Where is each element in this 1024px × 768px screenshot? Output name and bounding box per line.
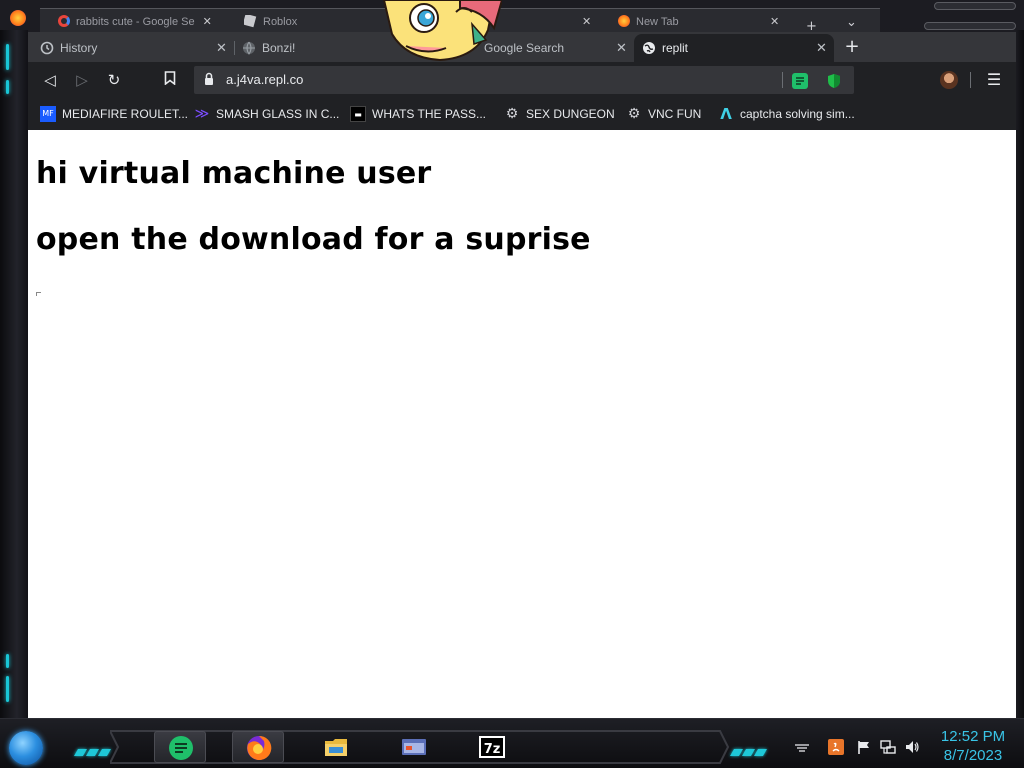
bookmark-label: WHATS THE PASS... bbox=[372, 107, 487, 121]
taskbar-app-7zip[interactable]: 7z bbox=[466, 731, 518, 763]
volume-icon[interactable] bbox=[904, 739, 920, 755]
tab-search-button[interactable]: ⌄ bbox=[846, 15, 857, 30]
broken-image-icon bbox=[36, 292, 41, 296]
bookmark-icon bbox=[164, 71, 176, 86]
firefox-icon bbox=[10, 10, 26, 26]
globe-icon bbox=[242, 41, 256, 55]
tab-strip: History ✕ Bonzi! Google Search ✕ replit … bbox=[28, 32, 1016, 62]
close-icon[interactable]: ✕ bbox=[203, 16, 212, 28]
background-tab-title: New Tab bbox=[636, 16, 679, 28]
roblox-icon bbox=[244, 15, 257, 28]
7zip-icon: 7z bbox=[479, 736, 505, 758]
browser-window: History ✕ Bonzi! Google Search ✕ replit … bbox=[28, 32, 1016, 718]
close-icon[interactable]: ✕ bbox=[582, 15, 602, 33]
clock-date: 8/7/2023 bbox=[943, 747, 1003, 764]
bookmark-item[interactable]: Λ captcha solving sim... bbox=[718, 104, 855, 124]
lambda-icon: Λ bbox=[720, 105, 732, 123]
frame-glow bbox=[6, 80, 9, 94]
omnibox-divider bbox=[782, 72, 783, 88]
tab-title: History bbox=[60, 41, 98, 55]
bookmark-item[interactable]: ⚙ SEX DUNGEON bbox=[504, 104, 615, 124]
bookmark-label: SEX DUNGEON bbox=[526, 107, 615, 121]
history-icon bbox=[40, 41, 54, 55]
back-button[interactable]: ◁ bbox=[40, 70, 60, 90]
action-center-flag-icon[interactable] bbox=[856, 739, 872, 755]
tab-replit[interactable]: replit ✕ bbox=[634, 34, 834, 62]
reload-button[interactable]: ↻ bbox=[104, 70, 124, 90]
bookmark-item[interactable]: ≫ SMASH GLASS IN C... bbox=[194, 104, 340, 124]
globe-icon bbox=[642, 41, 656, 55]
frame-glow bbox=[6, 44, 9, 70]
window-app-icon bbox=[402, 739, 426, 755]
url-text: a.j4va.repl.co bbox=[226, 72, 304, 87]
firefox-icon bbox=[247, 735, 272, 760]
taskbar: 7z 12:52 PM 8/7/2023 bbox=[0, 718, 1024, 768]
firefox-icon bbox=[618, 15, 630, 27]
taskbar-app-control-panel[interactable] bbox=[388, 731, 440, 763]
page-content: hi virtual machine user open the downloa… bbox=[28, 130, 1016, 718]
taskbar-decoration bbox=[729, 741, 768, 756]
lock-icon bbox=[205, 72, 213, 85]
folder-icon bbox=[325, 739, 347, 756]
dark-square-icon: ▬ bbox=[350, 106, 366, 122]
close-icon[interactable]: ✕ bbox=[816, 34, 827, 62]
close-icon[interactable]: ✕ bbox=[616, 34, 627, 62]
profile-avatar[interactable] bbox=[940, 71, 958, 89]
bookmark-item[interactable]: ▬ WHATS THE PASS... bbox=[350, 104, 486, 124]
show-hidden-icons[interactable] bbox=[794, 739, 810, 755]
page-heading: open the download for a suprise bbox=[36, 222, 591, 257]
background-tab-title: Roblox bbox=[263, 16, 298, 28]
mascot-sticker bbox=[382, 0, 502, 62]
taskbar-decoration bbox=[73, 741, 112, 756]
gear-bot-icon: ⚙ bbox=[627, 106, 641, 122]
theme-decoration bbox=[920, 0, 1018, 36]
bookmark-label: MEDIAFIRE ROULET... bbox=[62, 107, 189, 121]
toolbar-divider bbox=[970, 72, 971, 88]
tab-title: replit bbox=[662, 41, 689, 55]
taskbar-app-notes[interactable] bbox=[154, 731, 206, 763]
taskbar-app-file-explorer[interactable] bbox=[310, 731, 362, 763]
close-icon[interactable]: ✕ bbox=[770, 15, 790, 33]
google-icon bbox=[58, 15, 70, 27]
mediafire-icon: MF bbox=[40, 106, 56, 122]
background-tab[interactable]: rabbits cute - Google Se ✕ bbox=[58, 15, 228, 33]
network-icon[interactable] bbox=[880, 739, 896, 755]
java-update-icon[interactable] bbox=[828, 739, 844, 755]
forward-button[interactable]: ▷ bbox=[72, 70, 92, 90]
address-bar[interactable]: a.j4va.repl.co bbox=[194, 66, 854, 94]
tab-title: Bonzi! bbox=[262, 41, 296, 55]
clock-time: 12:52 PM bbox=[940, 728, 1006, 745]
start-button[interactable] bbox=[9, 731, 43, 765]
new-tab-button[interactable]: + bbox=[842, 38, 862, 58]
background-tab[interactable]: New Tab bbox=[618, 15, 788, 33]
bookmark-item[interactable]: ⚙ VNC FUN bbox=[626, 104, 702, 124]
bookmark-item[interactable]: MF MEDIAFIRE ROULET... bbox=[40, 104, 188, 124]
frame-glow bbox=[6, 676, 9, 702]
background-tab-title: rabbits cute - Google Se bbox=[76, 16, 195, 28]
svg-text:7z: 7z bbox=[484, 742, 501, 757]
system-clock[interactable]: 12:52 PM 8/7/2023 bbox=[932, 727, 1014, 765]
toolbar: ◁ ▷ ↻ a.j4va.repl.co ☰ bbox=[28, 62, 1016, 98]
bookmark-button[interactable] bbox=[160, 70, 180, 90]
extension-shield-icon[interactable] bbox=[826, 73, 842, 89]
theme-frame-left bbox=[0, 30, 28, 730]
power-apps-icon: ≫ bbox=[194, 106, 210, 122]
bookmark-label: SMASH GLASS IN C... bbox=[216, 107, 340, 121]
menu-button[interactable]: ☰ bbox=[986, 70, 1002, 90]
taskbar-app-firefox[interactable] bbox=[232, 731, 284, 763]
theme-frame-right bbox=[1016, 30, 1024, 730]
tab-history[interactable]: History ✕ bbox=[32, 34, 234, 62]
extension-notes-icon[interactable] bbox=[792, 73, 808, 89]
notes-app-icon bbox=[169, 736, 193, 760]
close-icon[interactable]: ✕ bbox=[216, 34, 227, 62]
gear-bot-icon: ⚙ bbox=[505, 106, 519, 122]
frame-glow bbox=[6, 654, 9, 668]
bookmark-label: captcha solving sim... bbox=[740, 107, 855, 121]
page-heading: hi virtual machine user bbox=[36, 156, 432, 191]
bookmarks-bar: MF MEDIAFIRE ROULET... ≫ SMASH GLASS IN … bbox=[28, 98, 1016, 130]
bookmark-label: VNC FUN bbox=[648, 107, 702, 121]
